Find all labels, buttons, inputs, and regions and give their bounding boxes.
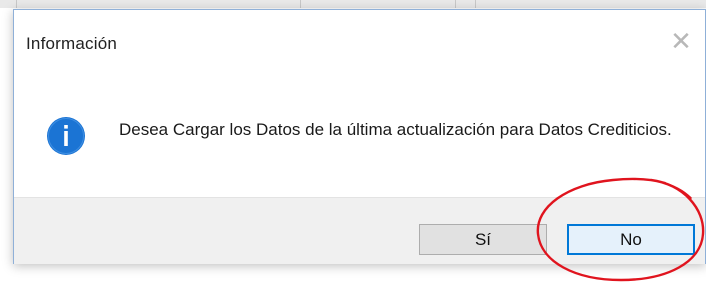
close-icon: ✕ <box>670 27 692 57</box>
no-button[interactable]: No <box>567 224 695 255</box>
screenshot-root: Información ✕ Desea Cargar los Datos de … <box>0 0 706 285</box>
background-column-divider <box>475 0 476 8</box>
dialog-titlebar[interactable]: Información ✕ <box>14 10 705 70</box>
background-column-divider <box>300 0 301 8</box>
yes-button[interactable]: Sí <box>419 224 547 255</box>
close-button[interactable]: ✕ <box>661 24 701 60</box>
info-icon <box>47 117 85 155</box>
dialog-title: Información <box>26 34 118 53</box>
dialog-message: Desea Cargar los Datos de la última actu… <box>119 120 672 139</box>
message-dialog: Información ✕ Desea Cargar los Datos de … <box>13 9 706 264</box>
background-column-divider <box>455 0 456 8</box>
dialog-content: Desea Cargar los Datos de la última actu… <box>14 70 705 195</box>
background-application-strip <box>0 0 706 8</box>
dialog-button-bar: Sí No <box>14 197 705 264</box>
background-column-divider <box>16 0 17 8</box>
